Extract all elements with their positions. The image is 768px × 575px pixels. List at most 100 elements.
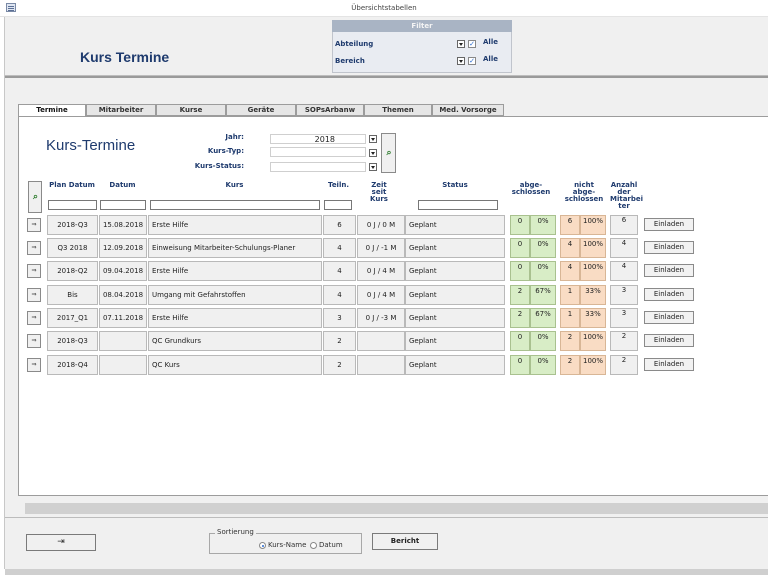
kurs-filter-input[interactable]: [150, 200, 320, 210]
row-abgeschlossen-percent: 67%: [530, 308, 556, 328]
row-nicht-abgeschlossen-count: 6: [560, 215, 580, 235]
bereich-alle-checkbox[interactable]: ✓: [468, 57, 476, 65]
einladen-button[interactable]: Einladen: [644, 358, 694, 371]
row-datum: 07.11.2018: [99, 308, 147, 328]
row-abgeschlossen-percent: 0%: [530, 355, 556, 375]
row-nicht-abgeschlossen-percent: 100%: [580, 261, 606, 281]
row-status: Geplant: [405, 331, 505, 351]
einladen-button[interactable]: Einladen: [644, 264, 694, 277]
row-abgeschlossen-count: 2: [510, 285, 530, 305]
kurs-status-field[interactable]: [270, 162, 366, 172]
einladen-button[interactable]: Einladen: [644, 218, 694, 231]
row-zeit: 0 J / 0 M: [357, 215, 405, 235]
exit-door-icon: ⇥: [57, 537, 65, 547]
row-open-button[interactable]: ⇒: [27, 358, 41, 372]
sort-group-label: Sortierung: [215, 528, 256, 536]
tab-sopsarbanw[interactable]: SOPsArbanw: [296, 104, 364, 116]
arrow-right-icon: ⇒: [31, 361, 37, 368]
row-anzahl: 2: [610, 355, 638, 375]
row-plan-datum: 2017_Q1: [47, 308, 98, 328]
row-kurs: QC Grundkurs: [148, 331, 322, 351]
row-nicht-abgeschlossen-percent: 100%: [580, 215, 606, 235]
row-status: Geplant: [405, 215, 505, 235]
einladen-button[interactable]: Einladen: [644, 288, 694, 301]
row-abgeschlossen-count: 0: [510, 355, 530, 375]
row-abgeschlossen-count: 0: [510, 238, 530, 258]
kurs-status-label: Kurs-Status:: [194, 162, 244, 170]
row-plan-datum: 2018-Q3: [47, 215, 98, 235]
abteilung-alle-label: Alle: [483, 38, 498, 46]
panel-bottom-bar: [25, 503, 768, 514]
row-datum: [99, 355, 147, 375]
einladen-button[interactable]: Einladen: [644, 241, 694, 254]
jahr-dropdown[interactable]: [369, 135, 377, 143]
row-status: Geplant: [405, 238, 505, 258]
teiln-filter-input[interactable]: [324, 200, 352, 210]
row-abgeschlossen-count: 0: [510, 261, 530, 281]
kurs-typ-dropdown[interactable]: [369, 149, 377, 157]
kurs-typ-field[interactable]: [270, 147, 366, 157]
row-nicht-abgeschlossen-percent: 33%: [580, 285, 606, 305]
row-anzahl: 4: [610, 261, 638, 281]
row-open-button[interactable]: ⇒: [27, 334, 41, 348]
sort-datum-label: Datum: [319, 541, 343, 549]
column-search-button[interactable]: ⌕: [28, 181, 42, 213]
row-nicht-abgeschlossen-percent: 100%: [580, 238, 606, 258]
row-open-button[interactable]: ⇒: [27, 311, 41, 325]
bereich-dropdown[interactable]: [457, 57, 465, 65]
sort-kurs-name-radio[interactable]: [259, 542, 266, 549]
header-divider: [5, 76, 768, 78]
row-open-button[interactable]: ⇒: [27, 288, 41, 302]
row-teiln: 3: [323, 308, 356, 328]
col-datum: Datum: [109, 181, 136, 189]
tab-geraete[interactable]: Geräte: [226, 104, 296, 116]
row-abgeschlossen-percent: 0%: [530, 215, 556, 235]
row-teiln: 2: [323, 355, 356, 375]
filter-bereich-label: Bereich: [335, 57, 365, 65]
row-kurs: Einweisung Mitarbeiter-Schulungs-Planer: [148, 238, 322, 258]
row-open-button[interactable]: ⇒: [27, 264, 41, 278]
row-open-button[interactable]: ⇒: [27, 241, 41, 255]
tab-med-vorsorge[interactable]: Med. Vorsorge: [432, 104, 504, 116]
tab-themen[interactable]: Themen: [364, 104, 432, 116]
row-plan-datum: 2018-Q2: [47, 261, 98, 281]
tab-mitarbeiter[interactable]: Mitarbeiter: [86, 104, 156, 116]
jahr-field[interactable]: 2018: [270, 134, 366, 144]
row-abgeschlossen-count: 0: [510, 215, 530, 235]
binoculars-search-icon: ⌕: [386, 148, 392, 158]
row-plan-datum: Bis: [47, 285, 98, 305]
bericht-button[interactable]: Bericht: [372, 533, 438, 550]
row-kurs: Erste Hilfe: [148, 308, 322, 328]
filter-abteilung-label: Abteilung: [335, 40, 374, 48]
plan-datum-filter-input[interactable]: [48, 200, 97, 210]
row-zeit: 0 J / -1 M: [357, 238, 405, 258]
tab-kurse[interactable]: Kurse: [156, 104, 226, 116]
sort-datum-radio[interactable]: [310, 542, 317, 549]
row-anzahl: 3: [610, 285, 638, 305]
status-filter-input[interactable]: [418, 200, 498, 210]
window-title: Übersichtstabellen: [351, 4, 417, 12]
row-teiln: 2: [323, 331, 356, 351]
jahr-label: Jahr:: [225, 133, 244, 141]
binoculars-search-icon: ⌕: [32, 192, 39, 202]
row-status: Geplant: [405, 355, 505, 375]
row-anzahl: 3: [610, 308, 638, 328]
abteilung-alle-checkbox[interactable]: ✓: [468, 40, 476, 48]
einladen-button[interactable]: Einladen: [644, 311, 694, 324]
col-kurs: Kurs: [225, 181, 244, 189]
row-open-button[interactable]: ⇒: [27, 218, 41, 232]
datum-filter-input[interactable]: [100, 200, 146, 210]
row-nicht-abgeschlossen-count: 2: [560, 331, 580, 351]
exit-button[interactable]: ⇥: [26, 534, 96, 551]
abteilung-dropdown[interactable]: [457, 40, 465, 48]
arrow-right-icon: ⇒: [31, 221, 37, 228]
kurs-status-dropdown[interactable]: [369, 163, 377, 171]
window-titlebar: Übersichtstabellen: [0, 0, 768, 17]
row-nicht-abgeschlossen-count: 4: [560, 261, 580, 281]
filter-search-button[interactable]: ⌕: [381, 133, 396, 173]
kurs-typ-label: Kurs-Typ:: [207, 147, 244, 155]
row-kurs: Erste Hilfe: [148, 215, 322, 235]
einladen-button[interactable]: Einladen: [644, 334, 694, 347]
arrow-right-icon: ⇒: [31, 244, 37, 251]
row-nicht-abgeschlossen-count: 1: [560, 285, 580, 305]
